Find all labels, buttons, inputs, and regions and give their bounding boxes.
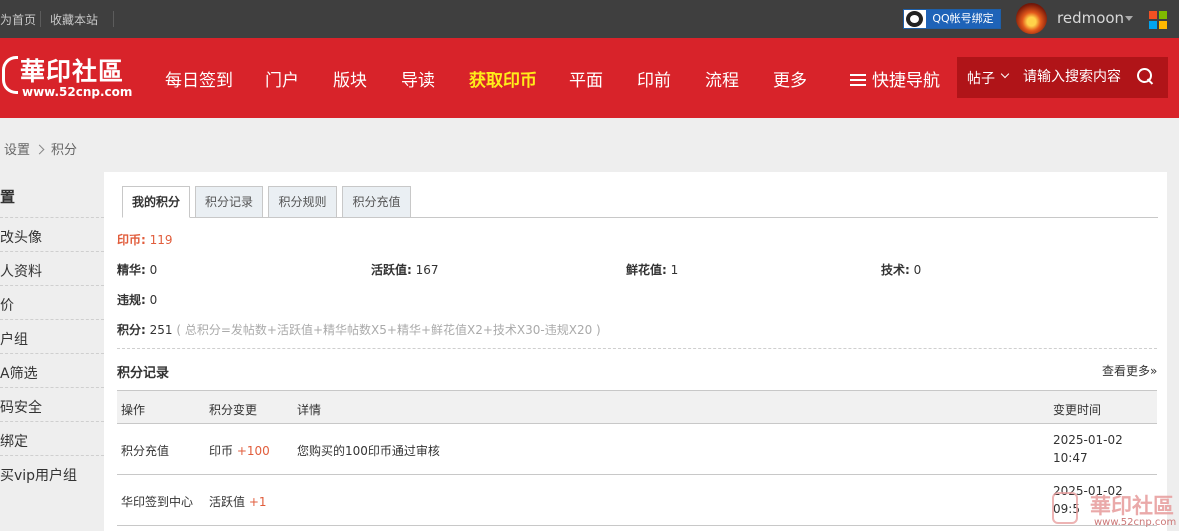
credit-label: 活跃值: [371, 263, 412, 277]
windows-grid-icon[interactable] [1149, 11, 1167, 29]
quick-nav-label: 快捷导航 [872, 71, 940, 91]
nav-item-guide[interactable]: 导读 [401, 66, 435, 91]
row-time: 10:47 [1053, 451, 1088, 465]
credit-value: 0 [149, 263, 158, 277]
divider [117, 348, 1157, 349]
nav-item-portal[interactable]: 门户 [265, 66, 299, 91]
credit-value: 119 [149, 233, 173, 247]
tab-bar: 我的积分 积分记录 积分规则 积分充值 [122, 186, 1158, 218]
breadcrumb-current: 积分 [51, 143, 78, 158]
quick-nav-button[interactable]: 快捷导航 [850, 66, 940, 91]
column-header: 积分变更 [209, 403, 258, 417]
logo-url: www.52cnp.com [22, 85, 133, 99]
credit-jishu: 技术: 0 [881, 261, 921, 278]
credit-formula: ( 总积分=发帖数+活跃值+精华帖数X5+精华+鲜花值X2+技术X30-违规X2… [176, 323, 601, 337]
column-header: 操作 [121, 403, 146, 417]
sidebar-item-filter[interactable]: A筛选 [0, 353, 104, 387]
credit-label: 鲜花值: [626, 263, 667, 277]
qq-bind-button[interactable]: QQ帐号绑定 [903, 9, 1001, 29]
row-amount: +1 [248, 495, 267, 509]
credit-xianhua: 鲜花值: 1 [626, 261, 678, 278]
chevron-down-icon[interactable] [1125, 16, 1133, 21]
nav-item-more[interactable]: 更多 [773, 66, 807, 91]
tab-credit-log[interactable]: 积分记录 [195, 186, 263, 218]
sidebar-item-credits[interactable]: 价 [0, 285, 104, 319]
row-date: 2025-01-02 [1053, 433, 1123, 447]
top-bar: 为首页 收藏本站 QQ帐号绑定 redmoon [0, 0, 1179, 38]
section-title: 积分记录 [117, 366, 170, 381]
logo-mark-icon [2, 56, 18, 94]
sidebar-title: 置 [0, 188, 16, 206]
logo-name: 華印社區 [20, 57, 125, 86]
nav-item-workflow[interactable]: 流程 [705, 66, 739, 91]
site-logo[interactable]: 華印社區 www.52cnp.com [0, 50, 140, 106]
credit-label: 精华: [117, 263, 146, 277]
credit-total: 积分: 251 ( 总积分=发帖数+活跃值+精华帖数X5+精华+鲜花值X2+技术… [117, 321, 601, 338]
credit-jinghua: 精华: 0 [117, 261, 157, 278]
sidebar-item-profile[interactable]: 人资料 [0, 251, 104, 285]
row-currency: 印币 [209, 444, 234, 458]
credit-yinbi: 印币: 119 [117, 231, 173, 248]
divider [113, 11, 114, 27]
set-homepage-link[interactable]: 为首页 [0, 11, 36, 28]
credit-label: 积分: [117, 323, 146, 337]
tab-credit-rules[interactable]: 积分规则 [268, 186, 337, 218]
row-detail: 您购买的100印币通过审核 [297, 444, 440, 458]
view-more-link[interactable]: 查看更多» [1102, 362, 1157, 379]
credit-value: 0 [149, 293, 158, 307]
credit-weigui: 违规: 0 [117, 291, 157, 308]
main-nav: 華印社區 www.52cnp.com 每日签到 门户 版块 导读 获取印币 平面… [0, 38, 1179, 118]
avatar[interactable] [1016, 3, 1047, 34]
chevron-right-icon [34, 144, 45, 155]
tab-my-credits[interactable]: 我的积分 [122, 186, 190, 218]
row-amount: +100 [236, 444, 270, 458]
nav-item-get-coins[interactable]: 获取印币 [469, 66, 537, 91]
sidebar-item-avatar[interactable]: 改头像 [0, 217, 104, 251]
credit-huoyue: 活跃值: 167 [371, 261, 439, 278]
table-row: 华印签到中心 活跃值 +1 2025-01-02 09:5 [117, 475, 1157, 526]
credit-label: 违规: [117, 293, 146, 307]
search-box: 帖子 [957, 57, 1168, 98]
row-change: 印币 +100 [209, 442, 270, 459]
credit-label: 印币: [117, 233, 146, 247]
search-type-select[interactable]: 帖子 [967, 68, 995, 88]
column-header: 详情 [297, 403, 322, 417]
sidebar-item-password[interactable]: 码安全 [0, 387, 104, 421]
sidebar-item-buy-vip[interactable]: 买vip用户组 [0, 455, 104, 489]
credit-value: 251 [149, 323, 173, 337]
row-currency: 活跃值 [209, 495, 246, 509]
sidebar-item-binding[interactable]: 绑定 [0, 421, 104, 455]
credit-value: 0 [913, 263, 922, 277]
watermark-name: 華印社區 [1090, 493, 1174, 518]
breadcrumb-settings[interactable]: 设置 [4, 143, 30, 158]
qq-penguin-icon [906, 11, 923, 27]
column-header: 变更时间 [1053, 403, 1102, 417]
table-row: 积分充值 印币 +100 您购买的100印币通过审核 2025-01-02 10… [117, 424, 1157, 475]
username-link[interactable]: redmoon [1057, 9, 1124, 27]
qq-bind-label: QQ帐号绑定 [926, 10, 1000, 28]
watermark-logo-icon [1052, 492, 1078, 524]
table-header: 操作 积分变更 详情 变更时间 [117, 390, 1157, 424]
credit-value: 167 [415, 263, 439, 277]
divider [40, 11, 41, 27]
chevron-down-icon[interactable] [1000, 69, 1010, 79]
nav-item-prepress[interactable]: 印前 [637, 66, 671, 91]
site-watermark: 華印社區 www.52cnp.com [1050, 486, 1179, 531]
menu-icon [850, 74, 866, 86]
breadcrumb: 设置 积分 [0, 139, 77, 158]
watermark-url: www.52cnp.com [1094, 517, 1177, 528]
search-icon[interactable] [1135, 66, 1157, 88]
credit-label: 技术: [881, 263, 910, 277]
sidebar-item-usergroup[interactable]: 户组 [0, 319, 104, 353]
nav-item-checkin[interactable]: 每日签到 [165, 66, 233, 91]
nav-item-graphic[interactable]: 平面 [569, 66, 603, 91]
row-operation: 华印签到中心 [121, 495, 194, 509]
search-input[interactable] [1023, 65, 1133, 89]
nav-item-forum[interactable]: 版块 [333, 66, 367, 91]
bookmark-link[interactable]: 收藏本站 [50, 11, 98, 28]
row-change: 活跃值 +1 [209, 493, 267, 510]
row-operation: 积分充值 [121, 444, 170, 458]
credit-value: 1 [670, 263, 679, 277]
tab-credit-recharge[interactable]: 积分充值 [342, 186, 411, 218]
